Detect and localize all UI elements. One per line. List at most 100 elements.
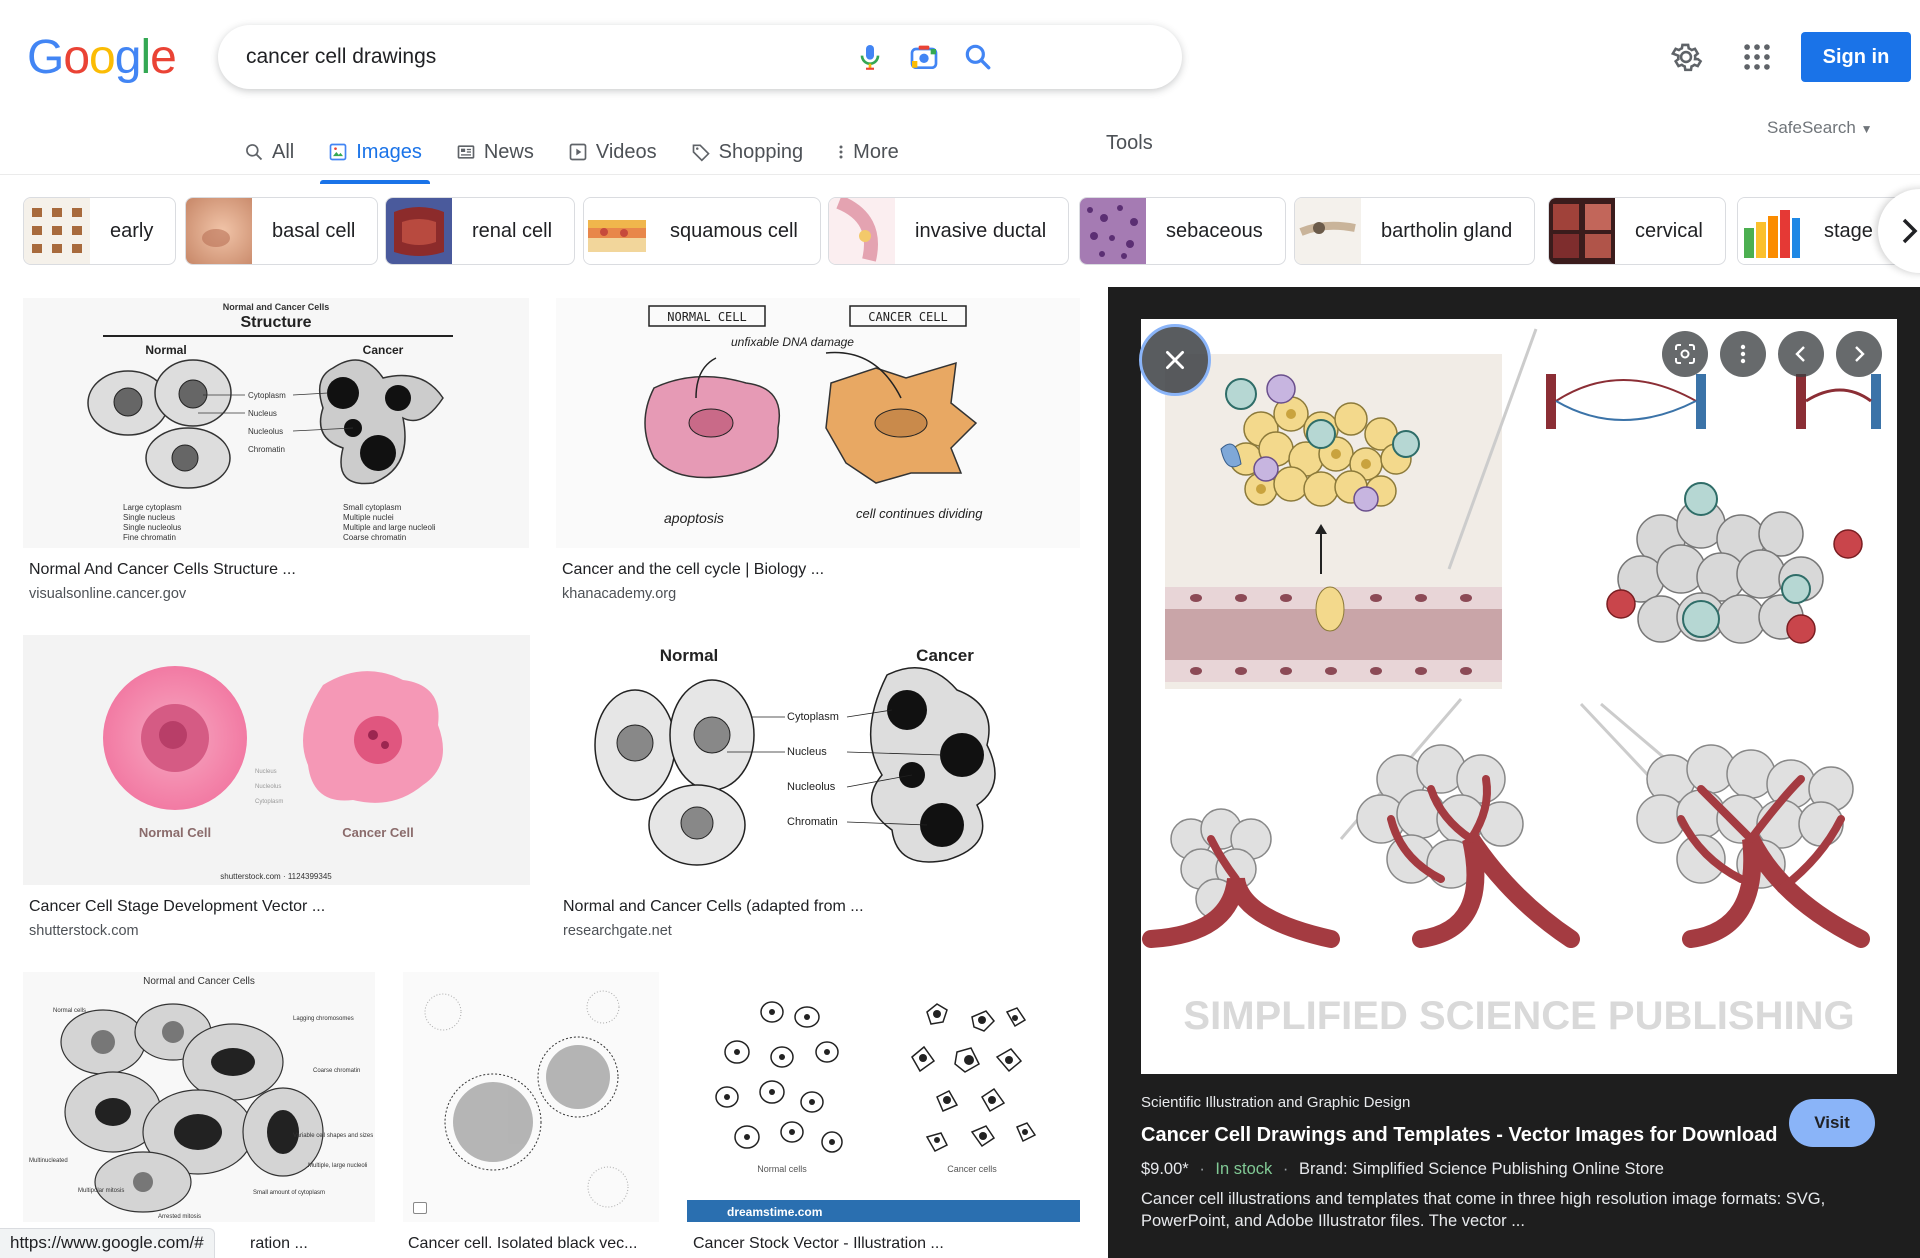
tab-images[interactable]: Images [320,130,430,184]
more-options-button[interactable] [1720,331,1766,377]
tab-videos[interactable]: Videos [568,130,657,174]
svg-text:apoptosis: apoptosis [664,510,724,526]
chevron-right-icon [1902,218,1918,244]
svg-text:Nucleolus: Nucleolus [787,781,836,793]
visit-button[interactable]: Visit [1789,1099,1875,1147]
chip-thumbnail [1080,198,1146,264]
svg-text:Arrested mitosis: Arrested mitosis [158,1214,201,1220]
tools-button[interactable]: Tools [1106,132,1153,155]
cancer-cell-sketch [424,990,629,1208]
svg-text:Normal: Normal [660,646,719,665]
video-icon [569,143,587,161]
svg-text:Structure: Structure [240,314,311,331]
svg-text:Lagging chromosomes: Lagging chromosomes [293,1016,354,1022]
tag-icon [692,144,710,162]
result-image-4[interactable]: Normal Cancer Cytoplasm Nucleus Nucleolu… [557,635,1080,885]
chip-thumbnail [584,198,650,264]
tab-all[interactable]: All [244,130,294,174]
result-source-4: researchgate.net [563,923,672,939]
close-icon [1166,351,1184,369]
svg-text:Cytoplasm: Cytoplasm [255,799,283,805]
chip-thumbnail [24,198,90,264]
sign-in-button[interactable]: Sign in [1801,32,1911,82]
svg-text:shutterstock.com · 1124399345: shutterstock.com · 1124399345 [220,872,332,881]
svg-text:Chromatin: Chromatin [248,445,285,454]
search-icon [246,144,263,161]
svg-text:Nucleolus: Nucleolus [255,784,281,790]
microphone-icon[interactable] [854,41,886,73]
svg-text:Normal cells: Normal cells [53,1008,86,1014]
panel-price: $9.00* [1141,1160,1189,1178]
chip-squamous-cell[interactable]: squamous cell [583,197,821,265]
result-image-6[interactable] [403,972,659,1222]
svg-text:Cancer: Cancer [363,343,404,357]
result-title-6[interactable]: Cancer cell. Isolated black vec... [408,1235,637,1253]
result-image-1[interactable]: Normal and Cancer Cells Structure Normal… [23,298,529,548]
tab-shopping[interactable]: Shopping [691,130,803,174]
svg-text:Coarse chromatin: Coarse chromatin [313,1068,360,1074]
close-preview-button[interactable] [1139,324,1211,396]
chip-thumbnail [829,198,895,264]
chip-bartholin-gland[interactable]: bartholin gland [1294,197,1536,265]
settings-gear-icon[interactable] [1669,40,1703,74]
result-image-3[interactable]: Nucleus Nucleolus Cytoplasm Normal Cell Ca… [23,635,530,885]
status-bar-url: https://www.google.com/# [0,1228,215,1258]
next-image-button[interactable] [1836,331,1882,377]
chip-thumbnail [186,198,252,264]
normal-cancer-cells-adapted: Normal Cancer Cytoplasm Nucleus Nucleolu… [594,646,996,866]
result-title-1[interactable]: Normal And Cancer Cells Structure ... [29,561,296,579]
result-title-2[interactable]: Cancer and the cell cycle | Biology ... [562,561,824,579]
result-title-3[interactable]: Cancer Cell Stage Development Vector ... [29,898,325,916]
chip-cervical[interactable]: cervical [1548,197,1726,265]
svg-text:Normal and Cancer Cells: Normal and Cancer Cells [143,976,255,987]
panel-description: Cancer cell illustrations and templates … [1141,1190,1826,1230]
chip-invasive-ductal[interactable]: invasive ductal [828,197,1070,265]
normal-vs-cancer-diagram: Normal and Cancer Cells Structure Normal… [87,302,453,542]
svg-text:cell continues dividing: cell continues dividing [856,506,983,521]
tab-news[interactable]: News [456,130,534,174]
panel-category: Scientific Illustration and Graphic Desi… [1141,1094,1411,1111]
safesearch-menu[interactable]: SafeSearch ▼ [1767,118,1872,138]
preview-image[interactable]: SIMPLIFIED SCIENCE PUBLISHING [1141,319,1897,1074]
google-logo[interactable]: Google [27,30,177,85]
svg-text:Normal and Cancer Cells: Normal and Cancer Cells [223,302,330,312]
chip-thumbnail [1295,198,1361,264]
search-inside-image-button[interactable] [1662,331,1708,377]
svg-text:Variable cell shapes and sizes: Variable cell shapes and sizes [293,1133,373,1139]
chip-renal-cell[interactable]: renal cell [385,197,576,265]
result-title-7[interactable]: Cancer Stock Vector - Illustration ... [693,1235,944,1253]
svg-text:Single nucleolus: Single nucleolus [123,523,181,532]
svg-text:Cytoplasm: Cytoplasm [787,711,839,723]
svg-text:Fine chromatin: Fine chromatin [123,533,176,542]
svg-text:Normal cells: Normal cells [757,1164,807,1174]
apps-grid-icon[interactable] [1740,40,1774,74]
panel-stock: In stock [1215,1160,1273,1178]
svg-text:Small cytoplasm: Small cytoplasm [343,503,402,512]
cancer-progression-illustration: SIMPLIFIED SCIENCE PUBLISHING [1142,328,1881,1038]
chip-basal-cell[interactable]: basal cell [185,197,379,265]
normal-vs-cancer-cells-vector: Normal cells Cancer cells dreamstime.com [687,1001,1080,1222]
svg-text:Cancer cells: Cancer cells [947,1164,997,1174]
result-title-4[interactable]: Normal and Cancer Cells (adapted from ..… [563,898,864,916]
result-image-2[interactable]: NORMAL CELL CANCER CELL unfixable DNA da… [556,298,1080,548]
svg-text:Normal: Normal [145,343,186,357]
image-icon [329,143,347,161]
result-title-5[interactable]: ration ... [250,1235,308,1253]
search-icon[interactable] [962,41,994,73]
chip-early[interactable]: early [23,197,177,265]
tab-more[interactable]: More [837,130,899,174]
tabs-divider [0,174,1920,175]
search-box[interactable] [218,25,1182,89]
chip-sebaceous[interactable]: sebaceous [1079,197,1286,265]
svg-text:Coarse chromatin: Coarse chromatin [343,533,406,542]
more-vertical-icon [839,145,843,159]
camera-search-icon[interactable] [908,41,940,73]
svg-text:CANCER CELL: CANCER CELL [868,310,947,324]
panel-title[interactable]: Cancer Cell Drawings and Templates - Vec… [1141,1124,1777,1147]
cell-cycle-sketch: NORMAL CELL CANCER CELL unfixable DNA da… [644,305,983,526]
chevron-left-icon [1795,346,1805,362]
result-image-7[interactable]: Normal cells Cancer cells dreamstime.com [687,972,1080,1222]
result-image-5[interactable]: Normal and Cancer Cells Normal cells Lag… [23,972,375,1222]
previous-image-button[interactable] [1778,331,1824,377]
svg-text:Nucleus: Nucleus [787,746,827,758]
